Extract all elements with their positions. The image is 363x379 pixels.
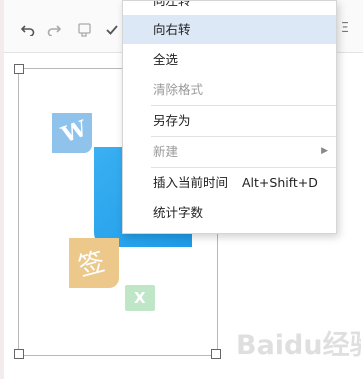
undo-button[interactable] [18,20,38,40]
check-button[interactable] [102,20,122,40]
signature-glyph: 签 [75,247,109,283]
word-letter: W [58,115,91,149]
submenu-arrow-icon: ▶ [321,146,328,156]
excel-app-tile: X [125,285,155,311]
left-strip [0,0,4,379]
menu-item-clear-format[interactable]: 清除格式 [123,75,336,104]
menu-item-select-all[interactable]: 全选 [123,45,336,74]
menu-item-label: 新建 [153,144,179,159]
context-menu: 向左转 向右转 全选 清除格式 另存为 新建 ▶ 插入当前时间 Alt+Shif… [122,0,337,234]
menu-item-label: 清除格式 [153,82,204,97]
menu-item-save-as[interactable]: 另存为 [123,106,336,135]
menu-item-shortcut: Alt+Shift+D [242,175,318,190]
menu-item-insert-time[interactable]: 插入当前时间 Alt+Shift+D [123,168,336,197]
format-painter-icon [78,23,91,37]
menu-item-label: 插入当前时间 [153,175,229,190]
resize-handle-bottom-left[interactable] [14,349,24,359]
dropdown-icon: Ξ [340,21,350,36]
menu-item-rotate-left[interactable]: 向左转 [123,0,336,15]
menu-item-rotate-right[interactable]: 向右转 [123,15,336,44]
undo-icon [21,25,35,36]
excel-letter: X [134,289,146,307]
signature-app-tile: 签 [69,238,119,288]
resize-handle-top-left[interactable] [14,64,24,74]
menu-item-label: 另存为 [153,113,191,128]
menu-item-word-count[interactable]: 统计字数 [123,198,336,227]
menu-item-label: 向左转 [153,0,191,8]
check-icon [106,25,118,35]
menu-item-label: 统计字数 [153,205,204,220]
menu-item-label: 向右转 [153,22,191,37]
redo-button[interactable] [44,20,64,40]
menu-item-new[interactable]: 新建 ▶ [123,137,336,166]
baidu-watermark: Baidu经验 [236,330,361,361]
redo-icon [47,25,61,36]
word-app-tile: W [52,113,92,153]
menu-item-label: 全选 [153,52,179,67]
format-painter-button[interactable] [75,20,95,40]
dropdown-button[interactable]: Ξ [338,18,352,40]
resize-handle-bottom-right[interactable] [211,349,221,359]
